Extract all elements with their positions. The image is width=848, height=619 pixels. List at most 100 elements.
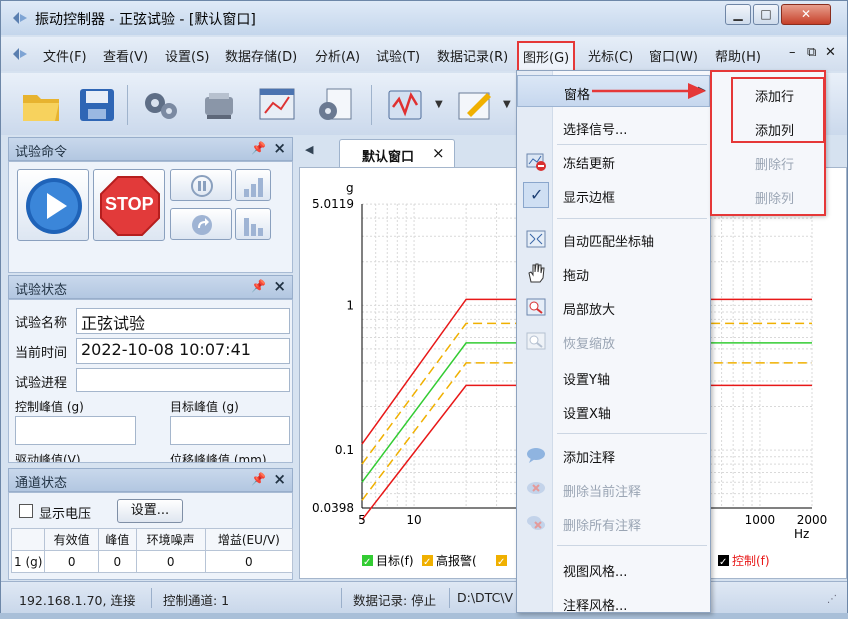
menu-file[interactable]: 文件(F) bbox=[43, 46, 87, 65]
zoom-reset-icon bbox=[526, 332, 546, 350]
show-voltage-label: 显示电压 bbox=[39, 507, 92, 522]
pin-icon[interactable]: 📌 bbox=[251, 279, 266, 293]
settings-button[interactable]: 设置... bbox=[117, 499, 183, 523]
drive-peak-label: 驱动峰值(V) bbox=[15, 453, 81, 463]
table-header-row: 有效值 峰值 环境噪声 增益(EU/V) bbox=[10, 528, 294, 551]
edit-dropdown-icon[interactable]: ▼ bbox=[503, 99, 511, 110]
menu-item-label: 设置X轴 bbox=[563, 407, 611, 422]
menu-bar: 文件(F) 查看(V) 设置(S) 数据存储(D) 分析(A) 试验(T) 数据… bbox=[1, 37, 847, 72]
menu-item-label: 选择信号... bbox=[563, 123, 628, 138]
menu-cursor[interactable]: 光标(C) bbox=[588, 46, 633, 65]
report-window-icon[interactable] bbox=[255, 83, 299, 127]
window-title: 振动控制器 - 正弦试验 - [默认窗口] bbox=[35, 12, 256, 28]
menu-item-label: 删除所有注释 bbox=[563, 519, 642, 534]
pause-button[interactable] bbox=[170, 169, 232, 201]
edit-pencil-icon[interactable] bbox=[453, 83, 497, 127]
menu-item-zoom-in[interactable]: 局部放大 bbox=[517, 291, 710, 323]
pin-icon[interactable]: 📌 bbox=[251, 472, 266, 486]
tab-scroll-left-icon[interactable]: ◀ bbox=[305, 143, 313, 156]
menu-test[interactable]: 试验(T) bbox=[376, 46, 420, 65]
tab-close-icon[interactable]: × bbox=[432, 144, 445, 162]
status-path: D:\DTC\V bbox=[457, 590, 514, 605]
table-row[interactable]: 1 (g) 0 0 0 0 bbox=[10, 550, 294, 573]
menu-item-delete-all-annotations[interactable]: 删除所有注释 bbox=[517, 507, 710, 539]
show-voltage-checkbox[interactable] bbox=[19, 504, 33, 518]
continue-button[interactable] bbox=[170, 208, 232, 240]
minimize-button[interactable]: ▁ bbox=[725, 4, 751, 25]
menu-item-freeze-update[interactable]: 冻结更新 bbox=[517, 145, 710, 177]
menu-item-set-x-axis[interactable]: 设置X轴 bbox=[517, 395, 710, 427]
x-tick-label: 10 bbox=[406, 513, 421, 527]
mdi-minimize-button[interactable]: – bbox=[789, 45, 796, 60]
menu-item-label: 注释风格... bbox=[563, 599, 628, 614]
level-down-button[interactable] bbox=[235, 208, 271, 240]
pin-icon[interactable]: 📌 bbox=[251, 141, 266, 155]
app-logo-icon bbox=[13, 12, 27, 24]
gears-icon[interactable] bbox=[139, 83, 183, 127]
test-status-header: 试验状态 📌 × bbox=[8, 275, 293, 299]
menu-help[interactable]: 帮助(H) bbox=[715, 46, 761, 65]
resize-grip-icon[interactable]: ⋰ bbox=[827, 594, 837, 605]
menu-item-restore-zoom[interactable]: 恢复缩放 bbox=[517, 325, 710, 357]
table-cell: 0 bbox=[97, 550, 137, 573]
tab-default-window[interactable]: 默认窗口 × bbox=[339, 139, 455, 167]
table-cell: 0 bbox=[204, 550, 294, 573]
displacement-peak-label: 位移峰峰值 (mm) bbox=[170, 453, 267, 463]
delete-annotation-icon bbox=[527, 482, 545, 494]
menu-view[interactable]: 查看(V) bbox=[103, 46, 148, 65]
mdi-close-button[interactable]: ✕ bbox=[825, 45, 836, 60]
menu-data-storage[interactable]: 数据存储(D) bbox=[225, 46, 297, 65]
menu-analysis[interactable]: 分析(A) bbox=[315, 46, 360, 65]
menu-settings[interactable]: 设置(S) bbox=[165, 46, 209, 65]
current-time-label: 当前时间 bbox=[15, 346, 68, 361]
document-settings-icon[interactable] bbox=[313, 83, 357, 127]
save-disk-icon[interactable] bbox=[75, 83, 119, 127]
test-command-panel: STOP bbox=[8, 161, 293, 273]
stop-button[interactable]: STOP bbox=[93, 169, 165, 241]
menu-item-set-y-axis[interactable]: 设置Y轴 bbox=[517, 361, 710, 393]
menu-item-label: 添加注释 bbox=[563, 451, 616, 466]
menu-item-auto-fit-axes[interactable]: 自动匹配坐标轴 bbox=[517, 223, 710, 255]
callout-arrow bbox=[592, 83, 706, 99]
signal-dropdown-icon[interactable]: ▼ bbox=[435, 99, 443, 110]
y-tick-label: 5.0119 bbox=[312, 197, 354, 211]
menu-graph[interactable]: 图形(G) bbox=[517, 41, 576, 72]
app-menu-icon[interactable] bbox=[11, 47, 29, 61]
open-folder-icon[interactable] bbox=[19, 83, 63, 127]
close-icon[interactable]: × bbox=[273, 277, 286, 295]
menu-window[interactable]: 窗口(W) bbox=[649, 46, 698, 65]
menu-item-label: 拖动 bbox=[563, 269, 590, 284]
menu-item-add-annotation[interactable]: 添加注释 bbox=[517, 439, 710, 471]
menu-item-drag[interactable]: 拖动 bbox=[517, 257, 710, 289]
menu-data-record[interactable]: 数据记录(R) bbox=[437, 46, 508, 65]
mdi-restore-button[interactable]: ⧉ bbox=[807, 45, 816, 60]
panel-title: 试验命令 bbox=[15, 145, 68, 160]
menu-item-annotation-style[interactable]: 注释风格... bbox=[517, 587, 710, 619]
graph-menu-dropdown: 窗格 ▶ 选择信号... 冻结更新 ✓ 显示边框 自动匹配坐标轴 拖动 局部放大 bbox=[516, 70, 711, 614]
close-icon[interactable]: × bbox=[273, 139, 286, 157]
menu-item-select-signal[interactable]: 选择信号... bbox=[517, 111, 710, 143]
maximize-button[interactable]: □ bbox=[753, 4, 779, 25]
title-bar: 振动控制器 - 正弦试验 - [默认窗口] ▁ □ ✕ bbox=[1, 1, 847, 35]
menu-item-label: 视图风格... bbox=[563, 565, 628, 580]
panel-title: 通道状态 bbox=[15, 476, 68, 491]
x-tick-label: 2000 bbox=[797, 513, 828, 527]
annotation-icon bbox=[527, 448, 545, 463]
level-up-button[interactable] bbox=[235, 169, 271, 201]
menu-item-show-border[interactable]: ✓ 显示边框 bbox=[517, 179, 710, 211]
signal-analyzer-icon[interactable] bbox=[383, 83, 427, 127]
x-axis-label: Hz bbox=[794, 527, 809, 541]
pause-icon bbox=[191, 175, 213, 197]
start-button[interactable] bbox=[17, 169, 89, 241]
menu-item-delete-annotation[interactable]: 删除当前注释 bbox=[517, 473, 710, 505]
shaker-icon[interactable] bbox=[197, 83, 241, 127]
y-tick-label: 1 bbox=[346, 298, 354, 312]
control-peak-field bbox=[15, 416, 136, 445]
redo-arrow-icon bbox=[192, 215, 212, 235]
close-button[interactable]: ✕ bbox=[781, 4, 831, 25]
status-control-channel: 控制通道: 1 bbox=[163, 593, 230, 608]
close-icon[interactable]: × bbox=[273, 470, 286, 488]
legend-label: 目标(f) bbox=[376, 554, 414, 568]
menu-item-view-style[interactable]: 视图风格... bbox=[517, 553, 710, 585]
autoscale-icon bbox=[526, 230, 546, 248]
